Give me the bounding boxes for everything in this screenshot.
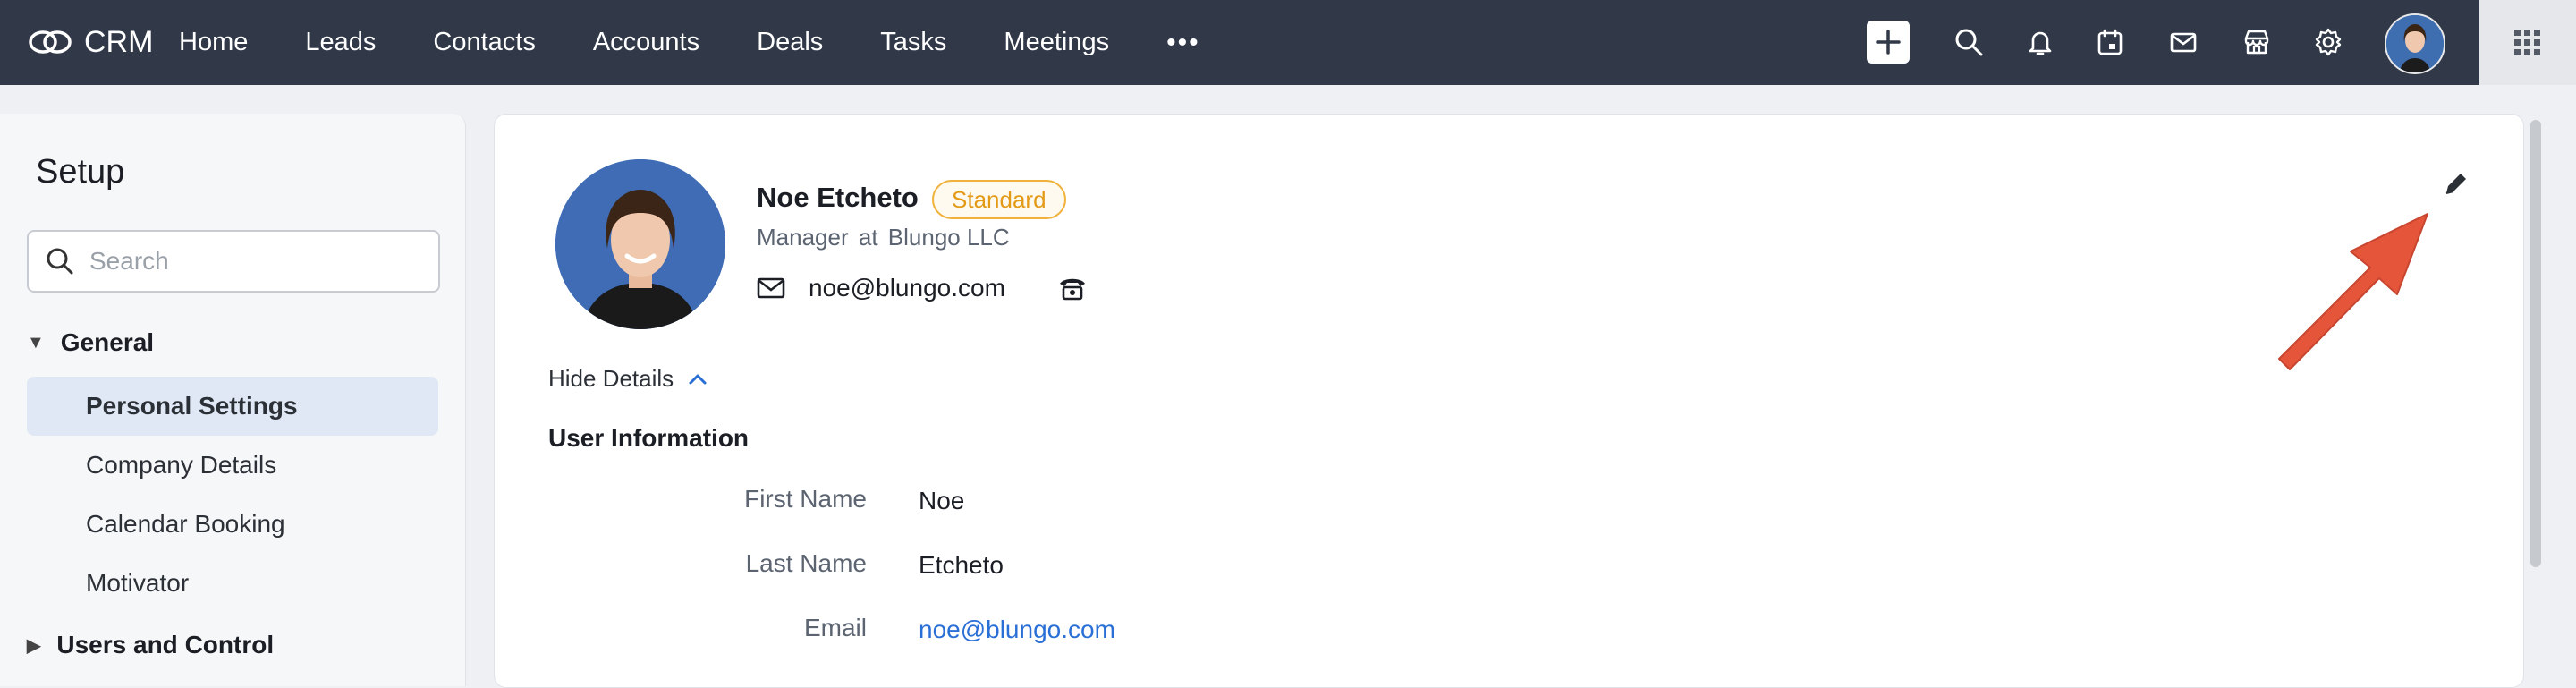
calendar-button[interactable] (2088, 20, 2132, 64)
bell-icon (2029, 31, 2052, 55)
nav-tasks[interactable]: Tasks (880, 28, 946, 57)
page-scrollbar[interactable] (2530, 120, 2541, 567)
profile-badge: Standard (932, 180, 1066, 219)
profile-role: Manager at Blungo LLC (757, 224, 1010, 251)
profile-email[interactable]: noe@blungo.com (809, 274, 1005, 302)
crm-logo[interactable]: CRM (27, 20, 170, 64)
sidebar-search[interactable] (27, 230, 440, 293)
plus-icon (1867, 21, 1910, 64)
caret-right-icon: ▶ (27, 635, 41, 656)
calendar-icon (2097, 29, 2123, 55)
more-nav-button[interactable]: ••• (1166, 28, 1200, 58)
marketplace-button[interactable] (2234, 20, 2279, 64)
sidebar-item-personal-settings[interactable]: Personal Settings (27, 377, 438, 436)
search-button[interactable] (1946, 20, 1991, 64)
field-value-first-name: Noe (919, 487, 965, 514)
setup-sidebar: Setup ▼ General Personal Settings Compan… (0, 114, 466, 686)
nav-meetings[interactable]: Meetings (1004, 28, 1109, 57)
user-information-title: User Information (548, 424, 750, 452)
pencil-icon (2445, 174, 2466, 194)
grid-icon (2514, 29, 2540, 55)
search-input[interactable] (88, 246, 431, 276)
nav-deals[interactable]: Deals (757, 28, 823, 57)
field-label-first-name: First Name (744, 485, 867, 513)
field-value-email[interactable]: noe@blungo.com (919, 616, 1115, 644)
user-photo-icon (2386, 15, 2444, 72)
role-title: Manager (757, 224, 849, 251)
main-nav: Home Leads Contacts Accounts Deals Tasks… (179, 0, 1200, 85)
top-navigation-bar: CRM Home Leads Contacts Accounts Deals T… (0, 0, 2576, 85)
avatar[interactable] (2385, 13, 2445, 74)
phone-icon[interactable] (1057, 275, 1088, 302)
crm-logo-icon (29, 30, 72, 54)
nav-leads[interactable]: Leads (305, 28, 376, 57)
profile-photo[interactable] (555, 159, 725, 329)
logo-text: CRM (84, 24, 154, 59)
gear-icon (2315, 28, 2342, 56)
settings-button[interactable] (2306, 20, 2351, 64)
nav-contacts[interactable]: Contacts (433, 28, 535, 57)
profile-name: Noe Etcheto (757, 182, 919, 213)
mail-button[interactable] (2161, 20, 2206, 64)
section-label: General (60, 328, 155, 356)
section-general[interactable]: ▼ General (27, 328, 154, 357)
mail-icon (2170, 32, 2197, 53)
sidebar-item-calendar-booking[interactable]: Calendar Booking (27, 495, 438, 554)
hide-details-toggle[interactable]: Hide Details (548, 365, 709, 393)
search-icon (1955, 29, 1983, 56)
setup-title: Setup (36, 153, 125, 191)
apps-grid-button[interactable] (2479, 0, 2576, 85)
user-photo-icon (555, 159, 725, 329)
nav-home[interactable]: Home (179, 28, 248, 57)
annotation-arrow-icon (2278, 213, 2428, 370)
caret-down-icon: ▼ (27, 332, 45, 352)
sidebar-item-motivator[interactable]: Motivator (27, 554, 438, 613)
contact-row: noe@blungo.com (757, 274, 1088, 302)
field-label-email: Email (803, 614, 867, 641)
marketplace-icon (2244, 30, 2269, 55)
mail-icon (757, 277, 785, 299)
field-label-last-name: Last Name (745, 549, 867, 577)
company-name: Blungo LLC (887, 224, 1010, 251)
create-button[interactable] (1866, 20, 1911, 64)
profile-card: Noe Etcheto Standard Manager at Blungo L… (494, 114, 2524, 688)
section-label: Users and Control (56, 631, 275, 658)
hide-details-label: Hide Details (548, 365, 674, 392)
section-users-and-control[interactable]: ▶ Users and Control (27, 631, 274, 659)
role-at: at (858, 224, 878, 251)
chevron-up-icon (689, 374, 707, 384)
edit-profile-button[interactable] (2439, 168, 2471, 200)
search-icon (47, 248, 73, 275)
sidebar-item-company-details[interactable]: Company Details (27, 436, 438, 495)
nav-accounts[interactable]: Accounts (593, 28, 699, 57)
field-value-last-name: Etcheto (919, 551, 1004, 579)
notifications-button[interactable] (2018, 20, 2063, 64)
